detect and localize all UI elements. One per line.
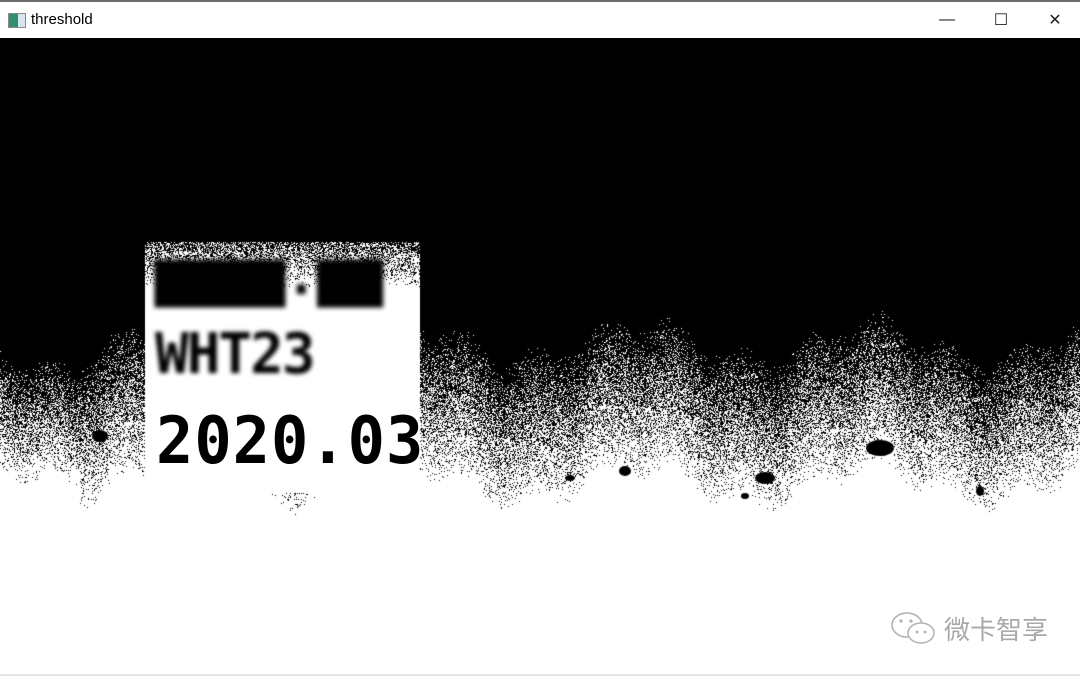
wechat-icon — [891, 611, 935, 644]
close-button[interactable]: ✕ — [1032, 4, 1078, 36]
window-title: threshold — [31, 11, 93, 28]
app-icon — [8, 13, 26, 28]
title-bar: threshold — ☐ ✕ — [0, 0, 1080, 38]
maximize-button[interactable]: ☐ — [978, 4, 1024, 36]
watermark-text: 微卡智享 — [944, 615, 1049, 645]
label-line-2: WHT23 — [155, 322, 316, 387]
watermark: 微卡智享 — [890, 610, 1048, 647]
label-line-1: ▆▆▆▆.▆▆ — [155, 244, 383, 307]
minimize-button[interactable]: — — [924, 4, 970, 36]
label-line-3: 2020.03 — [156, 402, 425, 479]
